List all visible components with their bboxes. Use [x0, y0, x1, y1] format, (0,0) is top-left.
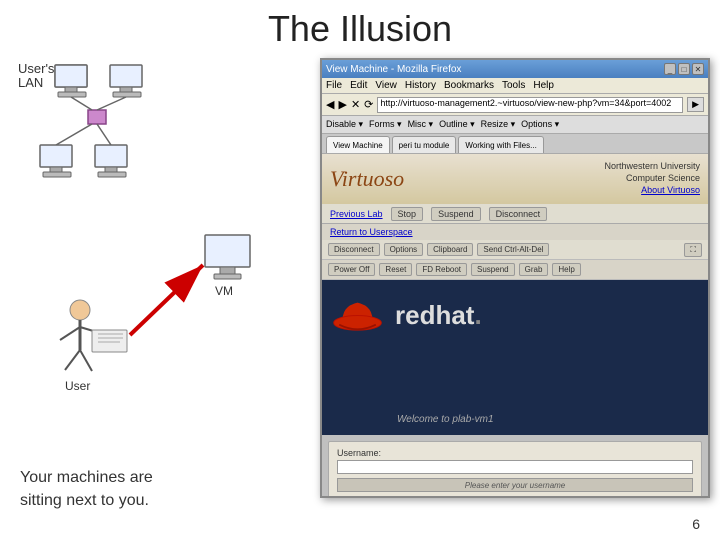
suspend-vm-btn[interactable]: Suspend — [471, 263, 515, 276]
url-bar[interactable]: http://virtuoso-management2.~virtuoso/vi… — [377, 97, 683, 113]
fullscreen-btn[interactable]: ⛶ — [684, 243, 702, 257]
svg-text:User's: User's — [18, 61, 55, 76]
reset-btn[interactable]: Reset — [379, 263, 412, 276]
redhat-brand-text: redhat. — [395, 300, 482, 331]
toolbar-item-outline[interactable]: Outline ▾ — [439, 119, 475, 130]
network-diagram: User's LAN VM User — [10, 55, 310, 435]
tabs-bar: View Machine peri tu module Working with… — [322, 134, 708, 154]
maximize-button[interactable]: □ — [678, 63, 690, 75]
navigation-toolbar: ◀ ▶ ✕ ⟳ http://virtuoso-management2.~vir… — [322, 94, 708, 116]
menu-file[interactable]: File — [326, 80, 342, 91]
reload-button[interactable]: ⟳ — [364, 98, 373, 111]
svg-text:User: User — [65, 379, 90, 393]
toolbar-item-resize[interactable]: Resize ▾ — [481, 119, 516, 130]
firefox-window: View Machine - Mozilla Firefox _ □ ✕ Fil… — [320, 58, 710, 498]
fdreboot-btn[interactable]: FD Reboot — [416, 263, 467, 276]
close-button[interactable]: ✕ — [692, 63, 704, 75]
toolbar-item-options[interactable]: Options ▾ — [521, 119, 559, 130]
breadcrumb-bar: Return to Userspace — [322, 224, 708, 240]
login-box: Username: Please enter your username — [328, 441, 702, 498]
svg-text:VM: VM — [215, 284, 233, 298]
dept-name: Computer Science — [604, 173, 700, 185]
window-title: View Machine - Mozilla Firefox — [326, 64, 461, 75]
vm-action-bar-2: Power Off Reset FD Reboot Suspend Grab H… — [322, 260, 708, 280]
toolbar-item-disable[interactable]: Disable ▾ — [326, 119, 363, 130]
toolbar-item-forms[interactable]: Forms ▾ — [369, 119, 402, 130]
username-placeholder: Please enter your username — [337, 478, 693, 492]
bottom-text-line2: sitting next to you. — [20, 490, 153, 512]
redhat-hat-icon — [330, 288, 385, 343]
tab-peri-module[interactable]: peri tu module — [392, 136, 457, 153]
redhat-logo-area: redhat. — [330, 288, 482, 343]
disconnect-action[interactable]: Disconnect — [328, 243, 380, 256]
previous-lab-link[interactable]: Previous Lab — [330, 209, 383, 219]
svg-text:LAN: LAN — [18, 75, 43, 90]
username-input[interactable] — [337, 460, 693, 474]
titlebar: View Machine - Mozilla Firefox _ □ ✕ — [322, 60, 708, 78]
suspend-btn[interactable]: Suspend — [431, 207, 481, 221]
page-number: 6 — [692, 516, 700, 532]
toolbar-item-images[interactable]: Misc ▾ — [408, 119, 434, 130]
options-action[interactable]: Options — [384, 243, 424, 256]
tab-working-with: Working with Files... — [458, 136, 543, 153]
bookmarks-toolbar: Disable ▾ Forms ▾ Misc ▾ Outline ▾ Resiz… — [322, 116, 708, 134]
welcome-text: Welcome to plab-vm1 — [397, 414, 494, 425]
back-button[interactable]: ◀ — [326, 98, 334, 111]
about-link[interactable]: About Virtuoso — [604, 185, 700, 197]
go-button[interactable]: ▶ — [687, 97, 704, 112]
window-controls[interactable]: _ □ ✕ — [664, 63, 704, 75]
forward-button[interactable]: ▶ — [338, 98, 346, 111]
stop-btn[interactable]: Stop — [391, 207, 424, 221]
menu-bookmarks[interactable]: Bookmarks — [444, 80, 494, 91]
virtuoso-logo: Virtuoso — [330, 166, 404, 192]
username-label: Username: — [337, 448, 693, 458]
breadcrumb-link[interactable]: Return to Userspace — [330, 227, 413, 237]
menu-help[interactable]: Help — [533, 80, 554, 91]
minimize-button[interactable]: _ — [664, 63, 676, 75]
vm-action-bar: Disconnect Options Clipboard Send Ctrl-A… — [322, 240, 708, 260]
vm-toolbar: Previous Lab Stop Suspend Disconnect — [322, 204, 708, 224]
university-name: Northwestern University — [604, 161, 700, 173]
stop-button[interactable]: ✕ — [351, 98, 360, 111]
clipboard-action[interactable]: Clipboard — [427, 243, 473, 256]
tab-view-machine[interactable]: View Machine — [326, 136, 390, 153]
page-title: The Illusion — [0, 0, 720, 54]
grab-btn[interactable]: Grab — [519, 263, 549, 276]
menu-bar: File Edit View History Bookmarks Tools H… — [322, 78, 708, 94]
virtuoso-header: Virtuoso Northwestern University Compute… — [322, 154, 708, 204]
ctrl-alt-del-action[interactable]: Send Ctrl-Alt-Del — [477, 243, 549, 256]
bottom-text: Your machines are sitting next to you. — [20, 467, 153, 512]
menu-view[interactable]: View — [375, 80, 397, 91]
redhat-screen: redhat. Welcome to plab-vm1 — [322, 280, 708, 435]
help-btn[interactable]: Help — [552, 263, 580, 276]
menu-history[interactable]: History — [405, 80, 436, 91]
disconnect-btn[interactable]: Disconnect — [489, 207, 548, 221]
northwestern-info: Northwestern University Computer Science… — [604, 161, 700, 196]
menu-edit[interactable]: Edit — [350, 80, 367, 91]
menu-tools[interactable]: Tools — [502, 80, 525, 91]
bottom-text-line1: Your machines are — [20, 467, 153, 489]
poweroff-btn[interactable]: Power Off — [328, 263, 375, 276]
